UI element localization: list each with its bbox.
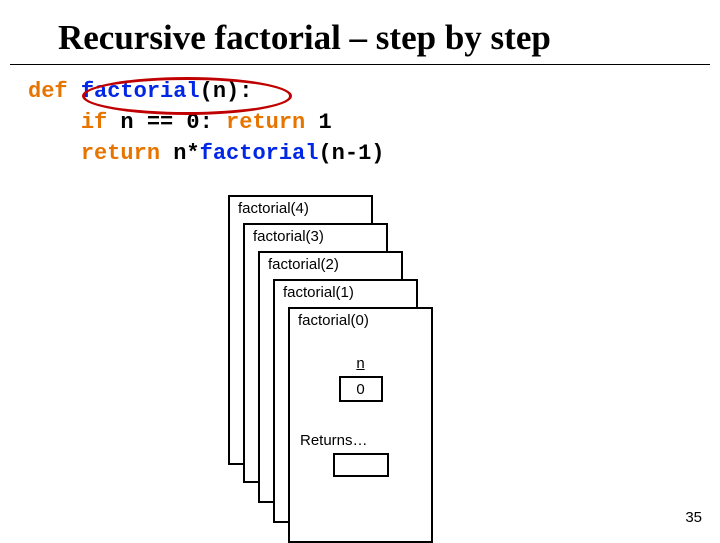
ret1-val: 1 — [305, 110, 331, 135]
ret2-pre: n* — [160, 141, 200, 166]
code-block: def factorial(n): if n == 0: return 1 re… — [0, 75, 720, 169]
variable-name-n: n — [290, 355, 431, 372]
kw-def: def — [28, 79, 68, 104]
frame-label: factorial(2) — [260, 253, 401, 273]
returns-value-box — [333, 453, 389, 477]
kw-if: if — [81, 110, 107, 135]
sig-args: (n): — [200, 79, 253, 104]
fn-name: factorial — [81, 79, 200, 104]
kw-return-2: return — [81, 141, 160, 166]
frame-label: factorial(3) — [245, 225, 386, 245]
code-line-2: if n == 0: return 1 — [28, 108, 720, 139]
ret2-args: (n-1) — [318, 141, 384, 166]
code-line-3: return n*factorial(n-1) — [28, 139, 720, 170]
variable-value-box: 0 — [339, 376, 383, 402]
kw-return-1: return — [226, 110, 305, 135]
frame-label: factorial(0) — [290, 309, 431, 329]
page-number: 35 — [685, 509, 702, 526]
cond: n == 0: — [107, 110, 226, 135]
code-line-1: def factorial(n): — [28, 77, 720, 108]
returns-label: Returns… — [290, 432, 431, 449]
stack-frame-0: factorial(0) n 0 Returns… — [288, 307, 433, 543]
fn-name-2: factorial — [200, 141, 319, 166]
frame-label: factorial(1) — [275, 281, 416, 301]
frame-label: factorial(4) — [230, 197, 371, 217]
slide-title: Recursive factorial – step by step — [10, 0, 710, 65]
